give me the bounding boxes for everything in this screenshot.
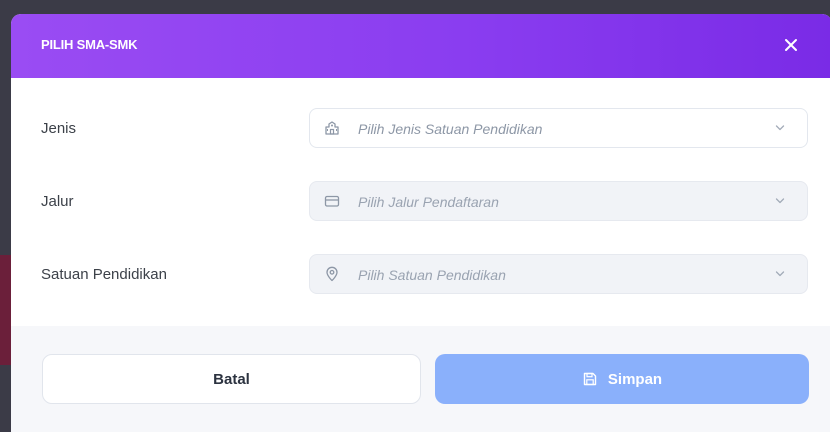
save-button[interactable]: Simpan xyxy=(435,354,809,404)
field-label-satuan-pendidikan: Satuan Pendidikan xyxy=(41,266,167,283)
modal-title: PILIH SMA-SMK xyxy=(41,37,138,52)
field-row-jenis: Jenis Pilih Jenis Satuan Pendidikan xyxy=(11,108,830,181)
field-row-jalur: Jalur Pilih Jalur Pendaftaran xyxy=(11,181,830,254)
save-button-label: Simpan xyxy=(607,370,663,388)
satuan-pendidikan-select[interactable]: Pilih Satuan Pendidikan xyxy=(309,254,808,294)
jenis-select[interactable]: Pilih Jenis Satuan Pendidikan xyxy=(309,108,808,148)
close-icon xyxy=(785,39,797,51)
field-label-jalur: Jalur xyxy=(41,193,74,210)
satuan-pendidikan-select-placeholder: Pilih Satuan Pendidikan xyxy=(358,267,506,283)
field-label-jenis: Jenis xyxy=(41,120,77,137)
jenis-select-placeholder: Pilih Jenis Satuan Pendidikan xyxy=(358,121,543,137)
field-row-satuan-pendidikan: Satuan Pendidikan Pilih Satuan Pendidika… xyxy=(11,254,830,327)
chevron-down-icon xyxy=(775,198,785,204)
jalur-select-placeholder: Pilih Jalur Pendaftaran xyxy=(358,194,499,210)
close-button[interactable] xyxy=(778,32,804,58)
cancel-button[interactable]: Batal xyxy=(42,354,421,404)
modal-body: Jenis Pilih Jenis Satuan Pendidikan Jalu… xyxy=(11,78,830,356)
jalur-select[interactable]: Pilih Jalur Pendaftaran xyxy=(309,181,808,221)
modal-footer: Batal Simpan xyxy=(11,326,830,432)
school-building-icon xyxy=(325,121,339,135)
cancel-button-label: Batal xyxy=(213,370,250,388)
modal-header: PILIH SMA-SMK xyxy=(11,14,830,78)
chevron-down-icon xyxy=(775,125,785,131)
floppy-disk-icon xyxy=(583,372,597,386)
chevron-down-icon xyxy=(775,271,785,277)
card-icon xyxy=(324,195,340,207)
location-pin-icon xyxy=(326,266,338,282)
select-school-modal: PILIH SMA-SMK Jenis Pilih Jenis Satuan P… xyxy=(11,14,830,432)
